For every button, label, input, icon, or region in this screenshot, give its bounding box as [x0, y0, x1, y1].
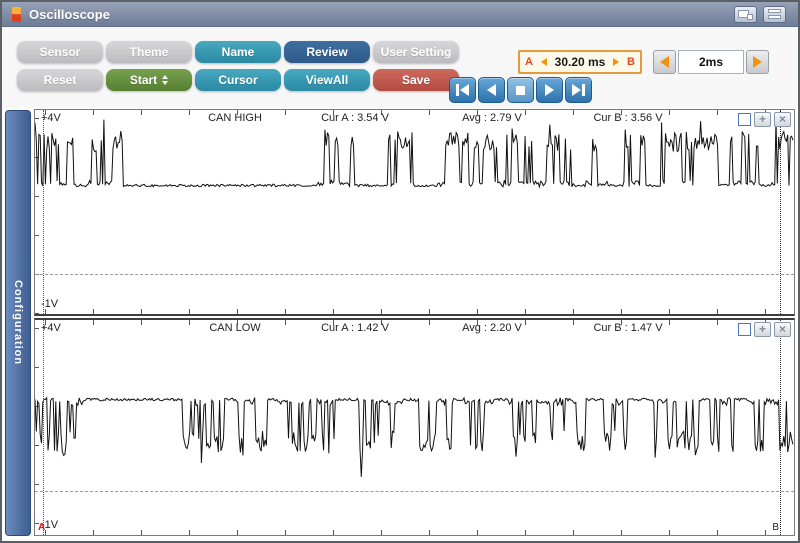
avg-measurement: Avg : 2.79 V — [462, 112, 522, 124]
cursor-a-measurement: Cur A : 3.54 V — [321, 112, 389, 124]
scope-main-area: Configuration +4V CAN HIGH Cur A : 3.54 … — [2, 108, 798, 541]
bottom-volt-label: -1V — [41, 298, 59, 310]
cursor-a-arrow-icon — [540, 58, 547, 66]
channel-name: CAN LOW — [209, 322, 261, 334]
close-channel-button[interactable]: × — [774, 322, 791, 337]
ab-cursor-readout: A 30.20 ms B — [518, 50, 642, 74]
viewall-button[interactable]: ViewAll — [284, 69, 370, 91]
plot-area: +4V CAN HIGH Cur A : 3.54 V Avg : 2.79 V… — [34, 109, 795, 536]
avg-measurement: Avg : 2.20 V — [462, 322, 522, 334]
titlebar: Oscilloscope — [2, 2, 798, 27]
skip-to-start-button[interactable] — [449, 77, 476, 103]
cursor-button[interactable]: Cursor — [195, 69, 281, 91]
zoom-channel-button[interactable]: + — [754, 112, 771, 127]
right-arrow-icon — [753, 56, 762, 68]
channel-select-checkbox[interactable] — [738, 113, 751, 126]
configuration-tab-label: Configuration — [12, 280, 24, 366]
cursor-b-label: B — [627, 56, 635, 68]
cursor-a-measurement: Cur A : 1.42 V — [321, 322, 389, 334]
channel-can-low: +4V CAN LOW Cur A : 1.42 V Avg : 2.20 V … — [34, 318, 795, 536]
back-icon — [487, 84, 496, 96]
cursor-a-flag: A — [38, 522, 46, 533]
top-volt-label: +4V — [41, 112, 61, 124]
tile-windows-icon[interactable] — [763, 6, 786, 23]
playback-controls — [449, 77, 592, 103]
save-button[interactable]: Save — [373, 69, 459, 91]
theme-button[interactable]: Theme — [106, 41, 192, 63]
left-arrow-icon — [660, 56, 669, 68]
name-button[interactable]: Name — [195, 41, 281, 63]
top-volt-label: +4V — [41, 322, 61, 334]
oscilloscope-window: Oscilloscope Sensor Theme Name Review Us… — [0, 0, 800, 543]
zoom-channel-button[interactable]: + — [754, 322, 771, 337]
channel-can-high: +4V CAN HIGH Cur A : 3.54 V Avg : 2.79 V… — [34, 109, 795, 316]
timebase-value[interactable]: 2ms — [678, 50, 744, 74]
channel-name: CAN HIGH — [208, 112, 262, 124]
toolbar: Sensor Theme Name Review User Setting Re… — [2, 27, 798, 108]
cursor-a-line[interactable] — [43, 110, 44, 314]
cursor-b-flag: B — [772, 522, 779, 533]
cursor-a-label: A — [525, 56, 533, 68]
user-setting-button[interactable]: User Setting — [373, 41, 459, 63]
skip-end-icon — [572, 84, 581, 96]
skip-start-icon — [460, 84, 469, 96]
spinner-arrows-icon — [162, 75, 169, 85]
timebase-increase-button[interactable] — [746, 50, 769, 74]
review-button[interactable]: Review — [284, 41, 370, 63]
stop-icon — [516, 85, 525, 95]
sensor-button[interactable]: Sensor — [17, 41, 103, 63]
new-window-icon[interactable] — [734, 6, 757, 23]
configuration-tab[interactable]: Configuration — [5, 110, 31, 536]
start-button[interactable]: Start — [106, 69, 192, 91]
reset-button[interactable]: Reset — [17, 69, 103, 91]
cursor-b-line[interactable] — [780, 110, 781, 314]
close-channel-button[interactable]: × — [774, 112, 791, 127]
ab-delta-value: 30.20 ms — [554, 55, 606, 69]
cursor-a-line[interactable] — [43, 320, 44, 535]
stop-button[interactable] — [507, 77, 534, 103]
play-icon — [545, 84, 554, 96]
channel-select-checkbox[interactable] — [738, 323, 751, 336]
cursor-b-arrow-icon — [613, 58, 620, 66]
skip-to-end-button[interactable] — [565, 77, 592, 103]
cursor-b-line[interactable] — [780, 320, 781, 535]
timebase-decrease-button[interactable] — [653, 50, 676, 74]
cursor-b-measurement: Cur B : 3.56 V — [593, 112, 663, 124]
app-icon — [12, 6, 21, 22]
window-title: Oscilloscope — [29, 6, 110, 22]
cursor-b-measurement: Cur B : 1.47 V — [593, 322, 663, 334]
waveform-can-low — [35, 396, 794, 477]
play-button[interactable] — [536, 77, 563, 103]
waveform-can-high — [35, 119, 794, 189]
step-back-button[interactable] — [478, 77, 505, 103]
